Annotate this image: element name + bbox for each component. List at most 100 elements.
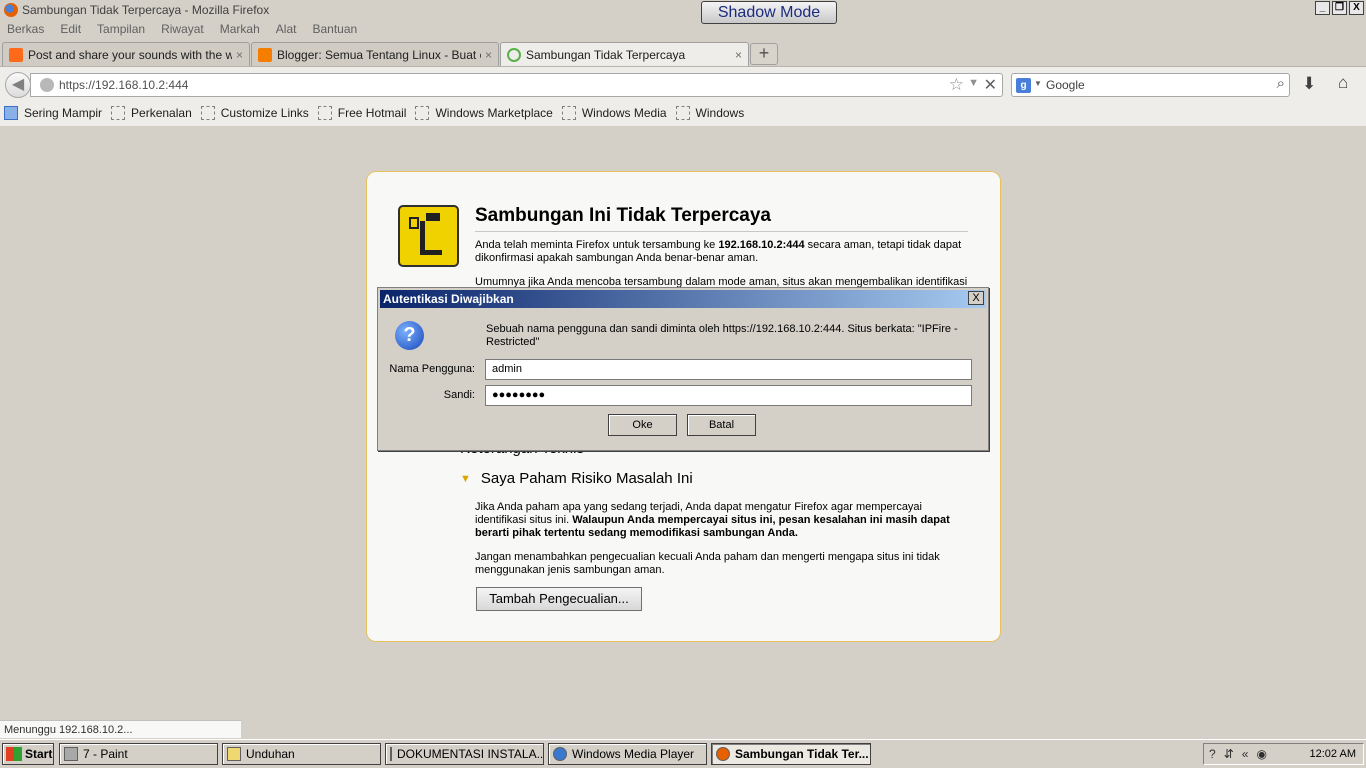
expand-triangle-icon: ▼ [460,472,471,485]
task-paint[interactable]: 7 - Paint [59,743,218,765]
cancel-button[interactable]: Batal [687,414,756,436]
bookmark-star-icon[interactable]: ☆ [949,75,964,95]
bookmark-label: Windows Media [581,106,667,120]
blogger-icon [258,47,272,62]
new-tab-button[interactable]: + [750,43,778,65]
error-host: 192.168.10.2:444 [718,239,805,251]
username-field[interactable]: admin [485,359,972,380]
download-icon[interactable]: ⬇ [1302,74,1316,94]
tab-soundcloud[interactable]: Post and share your sounds with the wor.… [2,42,250,66]
bookmark-label: Windows [695,106,745,120]
paint-icon [64,747,78,761]
question-icon: ? [395,321,424,350]
bookmark-windows-media[interactable]: Windows Media [561,106,667,120]
menu-tampilan[interactable]: Tampilan [97,20,145,38]
history-dropdown-icon[interactable]: ▼ [968,77,979,89]
minimize-button[interactable]: _ [1315,1,1330,15]
bookmarks-bar: Sering Mampir Perkenalan Customize Links… [0,100,1366,126]
police-body-shape [420,221,442,255]
window-controls: _ ❐ X [1315,1,1364,15]
bookmark-sering-mampir[interactable]: Sering Mampir [4,106,102,120]
tab-blogger[interactable]: Blogger: Semua Tentang Linux - Buat entr… [251,42,499,66]
back-button[interactable]: ◀ [5,72,31,98]
tab-close-icon[interactable]: × [735,48,742,62]
network-icon[interactable]: ⇵ [1224,747,1234,761]
clock[interactable]: 12:02 AM [1310,748,1356,760]
bookmark-customize-links[interactable]: Customize Links [200,106,309,120]
bookmark-free-hotmail[interactable]: Free Hotmail [317,106,407,120]
url-bar[interactable]: https://192.168.10.2:444 ☆ ▼ ✕ [30,73,1003,97]
google-icon[interactable]: g [1016,78,1031,93]
bookmark-folder-icon [4,106,18,120]
bookmark-label: Windows Marketplace [435,106,553,120]
url-text: https://192.168.10.2:444 [59,78,189,92]
tab-untrusted-connection[interactable]: Sambungan Tidak Terpercaya × [500,42,749,67]
page-icon [111,106,126,120]
start-label: Start [25,747,53,761]
error-title: Sambungan Ini Tidak Terpercaya [475,205,968,232]
close-window-button[interactable]: X [1349,1,1364,15]
network-status-icon[interactable]: ◉ [1256,747,1266,761]
tab-close-icon[interactable]: × [485,48,492,62]
tab-label: Blogger: Semua Tentang Linux - Buat entr… [277,47,481,62]
word-icon [390,747,392,761]
tab-close-icon[interactable]: × [236,48,243,62]
menu-berkas[interactable]: Berkas [7,20,44,38]
task-label: DOKUMENTASI INSTALA... [397,747,544,761]
error-description: Anda telah meminta Firefox untuk tersamb… [475,239,968,265]
task-media-player[interactable]: Windows Media Player [548,743,707,765]
page-icon [561,106,576,120]
tab-strip: Post and share your sounds with the wor.… [0,40,1366,67]
tab-label: Post and share your sounds with the wor.… [28,47,232,62]
show-hidden-icon[interactable]: « [1242,747,1249,761]
bookmark-label: Perkenalan [131,106,192,120]
bookmark-perkenalan[interactable]: Perkenalan [111,106,192,120]
task-unduhan[interactable]: Unduhan [222,743,381,765]
task-word-document[interactable]: DOKUMENTASI INSTALA... [385,743,544,765]
status-text: Menunggu 192.168.10.2... [4,724,133,736]
folder-icon [227,747,241,761]
loading-icon [507,48,521,62]
help-icon[interactable]: ? [1209,747,1216,761]
search-input[interactable]: Google [1046,78,1085,92]
dialog-titlebar: Autentikasi Diwajibkan X [380,290,986,308]
shadow-mode-button[interactable]: Shadow Mode [701,1,837,24]
risk-description: Jika Anda paham apa yang sedang terjadi,… [475,501,968,540]
search-icon[interactable]: ⌕ [1277,75,1285,92]
restore-button[interactable]: ❐ [1332,1,1347,15]
start-button[interactable]: Start [2,743,54,765]
password-label: Sandi: [443,389,475,401]
police-sign-shape [409,217,419,229]
understand-risks-toggle[interactable]: ▼ Saya Paham Risiko Masalah Ini [460,470,693,487]
bookmark-label: Free Hotmail [337,106,407,120]
password-field[interactable]: ●●●●●●●● [485,385,972,406]
navigation-bar: https://192.168.10.2:444 ☆ ▼ ✕ ◀ g ▼ Goo… [0,66,1366,100]
search-bar[interactable]: g ▼ Google ⌕ [1011,73,1290,97]
dialog-close-button[interactable]: X [968,291,984,305]
page-icon [415,106,430,120]
menu-alat[interactable]: Alat [276,20,297,38]
task-firefox[interactable]: Sambungan Tidak Ter... [711,743,871,765]
status-bar: Menunggu 192.168.10.2... [0,720,241,738]
windows-logo-icon [6,747,22,761]
page-icon [200,106,215,120]
ok-button[interactable]: Oke [608,414,677,436]
police-head-shape [426,213,440,221]
page-icon [675,106,690,120]
search-engine-dropdown-icon[interactable]: ▼ [1034,79,1042,88]
add-exception-button[interactable]: Tambah Pengecualian... [476,587,642,611]
bookmark-label: Customize Links [220,106,309,120]
menu-bantuan[interactable]: Bantuan [312,20,357,38]
bookmark-windows[interactable]: Windows [675,106,745,120]
username-label: Nama Pengguna: [389,363,475,375]
page-icon [317,106,332,120]
home-icon[interactable]: ⌂ [1338,73,1348,93]
menu-markah[interactable]: Markah [220,20,260,38]
menu-edit[interactable]: Edit [60,20,81,38]
firefox-icon [4,3,18,17]
stop-icon[interactable]: ✕ [984,75,997,95]
bookmark-windows-marketplace[interactable]: Windows Marketplace [415,106,553,120]
dialog-message: Sebuah nama pengguna dan sandi diminta o… [486,323,958,348]
section-label: Saya Paham Risiko Masalah Ini [480,470,693,487]
menu-riwayat[interactable]: Riwayat [161,20,204,38]
